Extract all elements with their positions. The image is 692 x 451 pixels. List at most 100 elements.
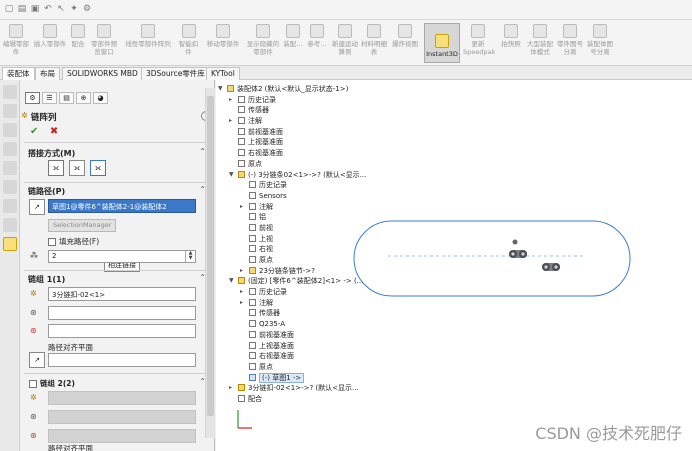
align-plane-icon[interactable]: ↗: [29, 352, 45, 368]
group1-path-link1-field[interactable]: [48, 306, 196, 320]
move-component-button[interactable]: 移动零部件: [203, 24, 243, 48]
tree-item[interactable]: 上视基准面: [218, 137, 366, 148]
instance-count-spinner[interactable]: 2 ▲ ▼: [48, 250, 196, 263]
reference-geometry-button[interactable]: 参考...: [306, 24, 328, 48]
linear-pattern-button[interactable]: 线性零部件阵列: [121, 24, 175, 48]
triad-handle[interactable]: [512, 239, 518, 245]
expand-arrow-icon[interactable]: ▸: [229, 116, 232, 127]
tree-item[interactable]: ▸ 历史记录: [218, 287, 366, 298]
tab-assembly[interactable]: 装配体: [2, 67, 35, 80]
strip-active-chain-pattern-icon[interactable]: [3, 237, 17, 251]
edit-component-button[interactable]: 编辑零部件: [2, 24, 30, 56]
rebuild-icon[interactable]: ✦: [69, 3, 79, 15]
chain-link-1[interactable]: [509, 250, 527, 258]
group1-path-align-field[interactable]: [48, 353, 196, 367]
insert-component-button[interactable]: 插入零部件: [32, 24, 68, 48]
component-preview-button[interactable]: 零部件预览窗口: [89, 24, 119, 56]
tree-item[interactable]: ▸ 注解: [218, 116, 366, 127]
group1-component-field[interactable]: 3分链扣-02<1>: [48, 287, 196, 301]
property-manager-tab-icon[interactable]: ☰: [42, 92, 57, 104]
instant3d-button[interactable]: Instant3D: [424, 23, 460, 63]
tree-item[interactable]: ▸ 历史记录: [218, 95, 366, 106]
strip-custom-icon[interactable]: [3, 218, 17, 232]
tree-item[interactable]: ▸ 3分链扣-02<1>->? (默认<显示...: [218, 383, 366, 394]
update-speedpak-button[interactable]: 更新Speedpak: [463, 24, 495, 56]
expand-arrow-icon[interactable]: ▸: [240, 266, 243, 277]
tree-item[interactable]: 传感器: [218, 308, 366, 319]
tree-item[interactable]: 上视: [218, 234, 366, 245]
strip-tool-icon[interactable]: [3, 142, 17, 156]
tree-item[interactable]: 上视基准面: [218, 341, 366, 352]
connection-distance-link-button[interactable]: ⟗: [48, 160, 64, 176]
collapse-arrow-icon[interactable]: ▼: [229, 170, 234, 181]
feature-manager-tab-icon[interactable]: ⚙: [25, 92, 40, 104]
tree-item[interactable]: 配合: [218, 394, 366, 405]
connection-connected-link-button[interactable]: ⟗: [69, 160, 85, 176]
exploded-view-button[interactable]: 爆炸视图: [390, 24, 420, 48]
strip-evaluate-icon[interactable]: [3, 123, 17, 137]
tree-item[interactable]: 原点: [218, 255, 366, 266]
tab-3dsource[interactable]: 3DSource零件库: [141, 67, 210, 80]
tree-item[interactable]: 右视基准面: [218, 148, 366, 159]
assembly-number-split-button[interactable]: 装配体图号分离: [585, 24, 615, 56]
tree-item[interactable]: ▼ 装配体2 (默认<默认_显示状态-1>): [218, 84, 366, 95]
dimxpert-tab-icon[interactable]: ⊕: [76, 92, 91, 104]
tree-item[interactable]: 原点: [218, 362, 366, 373]
collapse-arrow-icon[interactable]: ▼: [218, 84, 223, 95]
ok-icon[interactable]: ✔: [30, 126, 38, 137]
tree-item[interactable]: 前视基准面: [218, 127, 366, 138]
smart-fastener-button[interactable]: 智能扣件: [176, 24, 201, 56]
tree-item[interactable]: (-) 草图1 ->: [218, 372, 366, 384]
expand-arrow-icon[interactable]: ▸: [229, 95, 232, 106]
undo-icon[interactable]: ↶: [43, 3, 53, 15]
large-assembly-mode-button[interactable]: 大型装配体模式: [525, 24, 555, 56]
strip-library-icon[interactable]: [3, 161, 17, 175]
expand-arrow-icon[interactable]: ▸: [240, 287, 243, 298]
tree-item[interactable]: 右视基准面: [218, 351, 366, 362]
path-direction-icon[interactable]: ↗: [29, 199, 45, 215]
bill-of-materials-button[interactable]: 材料明细表: [361, 24, 387, 56]
tree-item[interactable]: Q235-A: [218, 319, 366, 330]
tree-item[interactable]: ▸ 注解: [218, 298, 366, 309]
expand-arrow-icon[interactable]: ▸: [240, 298, 243, 309]
collapse-arrow-icon[interactable]: ▼: [229, 276, 234, 287]
group1-path-link2-field[interactable]: [48, 324, 196, 338]
tree-item[interactable]: 原点: [218, 159, 366, 170]
tree-item[interactable]: 传感器: [218, 105, 366, 116]
part-number-split-button[interactable]: 零件图号分离: [557, 24, 583, 56]
open-file-icon[interactable]: ▤: [17, 3, 27, 15]
tree-item[interactable]: ▸ 注解: [218, 202, 366, 213]
tree-item[interactable]: 右视: [218, 244, 366, 255]
cancel-icon[interactable]: ✖: [50, 126, 58, 137]
spinner-arrows-icon[interactable]: ▲ ▼: [185, 251, 195, 262]
fill-path-checkbox[interactable]: 填充路径(F): [48, 236, 99, 247]
show-hidden-button[interactable]: 显示隐藏的零部件: [246, 24, 280, 56]
chain-link-2[interactable]: [542, 263, 560, 271]
tree-item[interactable]: ▼ (-) 3分链条02<1>->? (默认<显示...: [218, 170, 366, 181]
tree-item[interactable]: 前视基准面: [218, 330, 366, 341]
connection-linked-link-button[interactable]: ⟗: [90, 160, 106, 176]
selection-manager-button[interactable]: SelectionManager: [48, 219, 117, 232]
checkbox-box[interactable]: [29, 379, 37, 388]
tab-solidworks-mbd[interactable]: SOLIDWORKS MBD: [62, 67, 143, 80]
tree-item[interactable]: 铝: [218, 212, 366, 223]
strip-feature-icon[interactable]: [3, 85, 17, 99]
checkbox-box[interactable]: [48, 237, 56, 246]
tab-kytool[interactable]: KYTool: [206, 67, 240, 80]
select-icon[interactable]: ↖: [56, 3, 66, 15]
tab-layout[interactable]: 布局: [35, 67, 60, 80]
display-manager-tab-icon[interactable]: ◕: [93, 92, 108, 104]
panel-scrollbar[interactable]: [205, 88, 215, 438]
configuration-manager-tab-icon[interactable]: ▤: [59, 92, 74, 104]
strip-sketch-icon[interactable]: [3, 104, 17, 118]
expand-arrow-icon[interactable]: ▸: [229, 383, 232, 394]
chain-group-2-checkbox[interactable]: 链组 2(2): [29, 378, 75, 389]
tree-item[interactable]: Sensors: [218, 191, 366, 202]
tree-item[interactable]: ▸ 23分链条链节->?: [218, 266, 366, 277]
save-icon[interactable]: ▣: [30, 3, 40, 15]
tree-item[interactable]: 历史记录: [218, 180, 366, 191]
mate-button[interactable]: 配合: [70, 24, 86, 48]
new-motion-study-button[interactable]: 新建运动算例: [332, 24, 358, 56]
chain-path-sketch[interactable]: [353, 220, 631, 297]
new-file-icon[interactable]: ▢: [4, 3, 14, 15]
